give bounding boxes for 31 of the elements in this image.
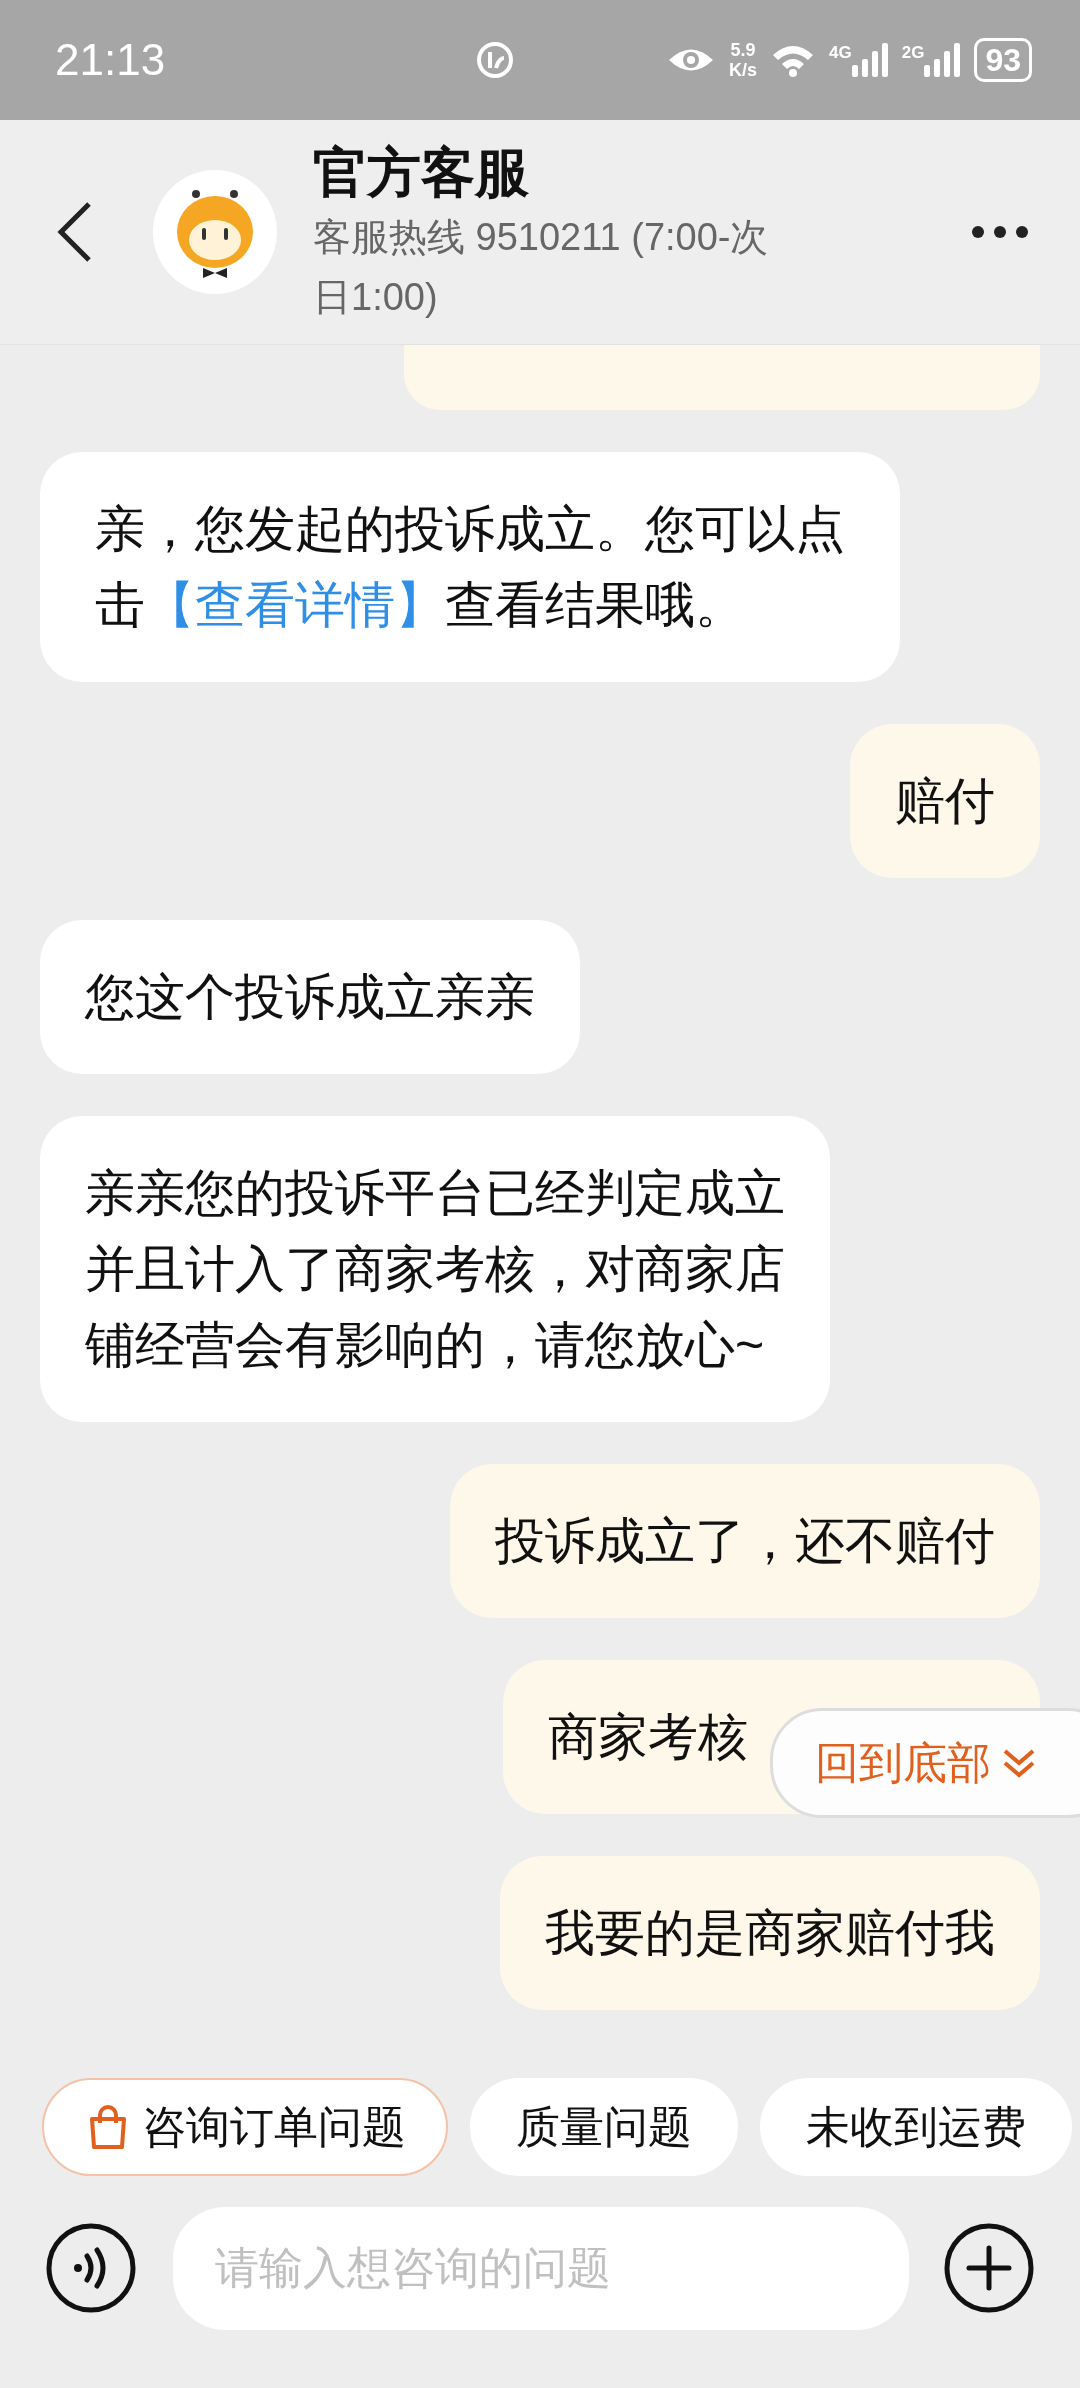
message-text: 商家考核	[548, 1708, 748, 1767]
quick-reply-chip[interactable]: 咨询订单问题	[42, 2078, 448, 2176]
more-icon[interactable]	[970, 224, 1030, 240]
shopping-bag-icon	[88, 2105, 128, 2149]
voice-icon[interactable]	[45, 2222, 137, 2314]
signal-icon	[924, 43, 961, 77]
message-text: 您这个投诉成立亲亲	[85, 968, 535, 1027]
network-type: 2G	[901, 43, 925, 63]
wifi-icon	[771, 43, 816, 77]
signal-icon	[851, 43, 888, 77]
message-text: 击	[95, 577, 145, 633]
leaf-badge-icon	[475, 40, 515, 80]
status-time: 21:13	[55, 35, 167, 85]
message-text: 亲亲您的投诉平台已经判定成立	[85, 1164, 785, 1223]
message-text: 查看结果哦。	[445, 577, 745, 633]
hotline-text: 客服热线 9510211 (7:00-次日1:00)	[313, 215, 770, 320]
network-speed: 5.9 K/s	[729, 40, 758, 80]
network-type: 4G	[829, 43, 852, 63]
quick-reply-chip[interactable]: 质量问题	[470, 2078, 738, 2176]
message-text: 赔付	[895, 772, 995, 831]
chat-title: 官方客服	[313, 141, 530, 204]
message-text: 亲，您发起的投诉成立。您可以点	[95, 500, 845, 559]
quick-reply-chip[interactable]: 未收到运费	[760, 2078, 1072, 2176]
message-text: 并且计入了商家考核，对商家店	[85, 1240, 785, 1299]
message-input[interactable]: 请输入想咨询的问题	[173, 2206, 909, 2330]
message-text: 投诉成立了，还不赔付	[495, 1512, 995, 1571]
message-text: 铺经营会有影响的，请您放心~	[85, 1316, 765, 1375]
add-icon[interactable]	[943, 2222, 1035, 2314]
scroll-to-bottom-button[interactable]: 回到底部	[770, 1708, 1080, 1818]
message-text: 我要的是商家赔付我	[545, 1904, 995, 1963]
battery-level: 93	[974, 38, 1032, 82]
